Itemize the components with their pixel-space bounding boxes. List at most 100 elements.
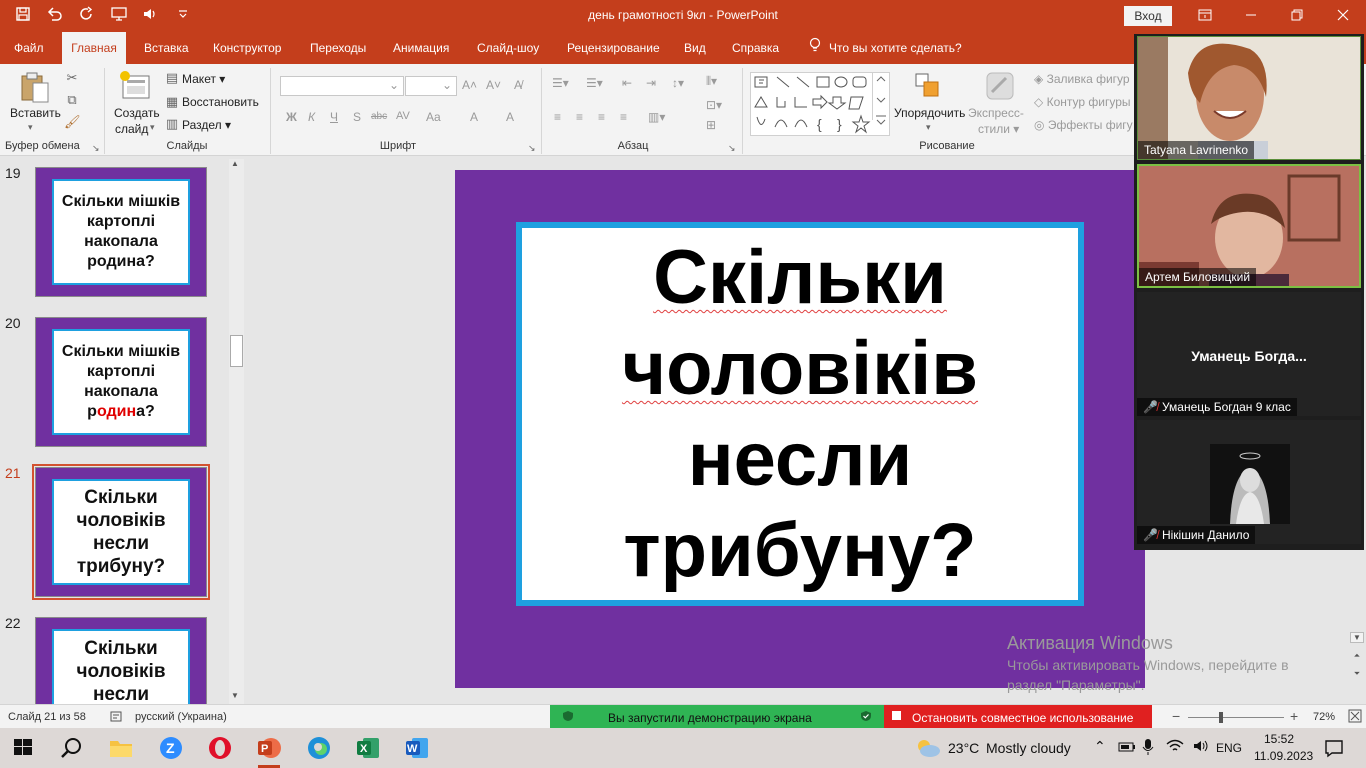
paste-dropdown-icon[interactable]: ▾ xyxy=(28,122,33,133)
paste-button[interactable]: Вставить xyxy=(10,106,61,120)
align-left-icon[interactable]: ≡ xyxy=(554,110,561,124)
tab-transitions[interactable]: Переходы xyxy=(306,32,370,64)
shape-outline-button[interactable]: ◇ Контур фигуры xyxy=(1034,95,1134,109)
paragraph-launcher-icon[interactable]: ↘ xyxy=(728,143,736,154)
slide-thumbnail-21[interactable]: Скільки чоловіків несли трибуну? xyxy=(32,464,210,600)
editor-scrollbar[interactable]: ▼ ⏶ ⏷ xyxy=(1350,632,1364,704)
tab-design[interactable]: Конструктор xyxy=(209,32,285,64)
ribbon-display-icon[interactable] xyxy=(1182,0,1228,32)
zoom-slider-thumb[interactable] xyxy=(1219,712,1223,723)
bold-icon[interactable]: Ж xyxy=(286,110,297,124)
align-right-icon[interactable]: ≡ xyxy=(598,110,605,124)
notifications-icon[interactable] xyxy=(1324,738,1344,761)
copy-icon[interactable]: ⧉ xyxy=(64,92,80,108)
weather-icon[interactable] xyxy=(914,738,942,761)
columns-icon[interactable]: ▥▾ xyxy=(648,110,665,124)
search-icon[interactable] xyxy=(60,736,86,760)
arrange-dropdown-icon[interactable]: ▾ xyxy=(926,122,931,133)
slide-question[interactable]: Скільки чоловіків несли трибуну? xyxy=(622,232,978,596)
microphone-icon[interactable] xyxy=(1142,738,1154,759)
tab-slideshow[interactable]: Слайд-шоу xyxy=(473,32,543,64)
grow-font-icon[interactable]: A˄ xyxy=(462,78,477,92)
windows-start-icon[interactable] xyxy=(12,736,38,760)
underline-icon[interactable]: Ч xyxy=(330,110,338,124)
fit-slide-icon[interactable] xyxy=(1348,709,1362,726)
font-color-icon[interactable]: A xyxy=(506,110,514,124)
minimize-icon[interactable] xyxy=(1228,0,1274,32)
proofing-icon[interactable] xyxy=(110,711,124,726)
scroll-down-icon[interactable]: ▼ xyxy=(231,691,239,700)
scroll-up-icon[interactable]: ▲ xyxy=(231,159,239,168)
prev-slide-icon[interactable]: ⏶ xyxy=(1350,651,1364,661)
tab-review[interactable]: Рецензирование xyxy=(563,32,664,64)
bullets-icon[interactable]: ☰▾ xyxy=(552,76,569,90)
font-family-combo[interactable]: ⌄ xyxy=(280,76,404,96)
input-language[interactable]: ENG xyxy=(1216,741,1242,755)
cut-icon[interactable]: ✂ xyxy=(64,70,80,86)
weather-temp[interactable]: 23°C xyxy=(948,740,979,756)
shape-fill-button[interactable]: ◈ Заливка фигур xyxy=(1034,72,1134,86)
font-size-combo[interactable]: ⌄ xyxy=(405,76,457,96)
thumbnails-scrollbar[interactable]: ▲ ▼ xyxy=(229,159,244,704)
paste-icon[interactable] xyxy=(18,70,52,104)
italic-icon[interactable]: К xyxy=(308,110,315,124)
excel-icon[interactable]: X xyxy=(355,736,381,760)
tab-insert[interactable]: Вставка xyxy=(140,32,193,64)
zoom-out-icon[interactable]: − xyxy=(1172,708,1180,724)
next-slide-icon[interactable]: ⏷ xyxy=(1350,669,1364,679)
char-spacing-icon[interactable]: AV xyxy=(396,110,410,122)
show-hidden-icons-icon[interactable]: ⌃ xyxy=(1094,738,1106,755)
zoom-level[interactable]: 72% xyxy=(1313,711,1335,723)
new-slide-dropdown-icon[interactable]: ▾ xyxy=(150,122,155,133)
quick-styles-icon[interactable] xyxy=(984,70,1016,102)
slide-thumbnails-pane[interactable]: 19 Скільки мішків картоплі накопала роди… xyxy=(0,157,247,704)
increase-indent-icon[interactable]: ⇥ xyxy=(646,76,656,90)
arrange-button[interactable]: Упорядочить xyxy=(894,106,965,120)
slide-counter[interactable]: Слайд 21 из 58 xyxy=(8,711,86,723)
numbering-icon[interactable]: ☰▾ xyxy=(586,76,603,90)
scroll-down-icon[interactable]: ▼ xyxy=(1350,632,1364,643)
participant-tile[interactable]: 🎤̸ Нікішин Данило xyxy=(1137,420,1361,544)
align-text-icon[interactable]: ⊡▾ xyxy=(706,98,722,112)
battery-icon[interactable] xyxy=(1118,740,1136,757)
weather-desc[interactable]: Mostly cloudy xyxy=(986,740,1071,756)
shadow-icon[interactable]: S xyxy=(353,110,361,124)
new-slide-button-line2[interactable]: слайд xyxy=(115,122,148,136)
shrink-font-icon[interactable]: A˅ xyxy=(486,78,501,92)
wifi-icon[interactable] xyxy=(1166,738,1184,757)
layout-button[interactable]: Макет ▾ xyxy=(182,72,225,86)
new-slide-button-line1[interactable]: Создать xyxy=(114,106,160,120)
slide-text-box[interactable]: Скільки чоловіків несли трибуну? xyxy=(516,222,1084,606)
justify-icon[interactable]: ≡ xyxy=(620,110,627,124)
clock-date[interactable]: 11.09.2023 xyxy=(1254,749,1313,763)
zoom-app-icon[interactable]: Z xyxy=(158,736,184,760)
new-slide-icon[interactable] xyxy=(118,70,152,102)
align-center-icon[interactable]: ≡ xyxy=(576,110,583,124)
restore-icon[interactable] xyxy=(1274,0,1320,32)
participant-tile[interactable]: Уманець Богда... 🎤̸ Уманець Богдан 9 клас xyxy=(1137,292,1361,416)
clock-time[interactable]: 15:52 xyxy=(1264,732,1294,746)
tell-me-box[interactable]: Что вы хотите сделать? xyxy=(805,32,966,64)
text-direction-icon[interactable]: ⫴▾ xyxy=(706,74,717,89)
line-spacing-icon[interactable]: ↕▾ xyxy=(672,76,684,90)
strike-icon[interactable]: abc xyxy=(371,111,387,122)
zoom-slider[interactable] xyxy=(1188,717,1284,718)
shapes-scroll-icon[interactable] xyxy=(872,72,888,125)
edge-icon[interactable] xyxy=(306,736,332,760)
stop-share-button[interactable]: Остановить совместное использование xyxy=(884,705,1152,729)
section-button[interactable]: Раздел ▾ xyxy=(182,118,231,132)
decrease-indent-icon[interactable]: ⇤ xyxy=(622,76,632,90)
quick-styles-button-line2[interactable]: стили ▾ xyxy=(978,122,1019,136)
current-slide[interactable]: Скільки чоловіків несли трибуну? xyxy=(455,170,1145,688)
word-icon[interactable]: W xyxy=(404,736,430,760)
clipboard-launcher-icon[interactable]: ↘ xyxy=(92,143,100,154)
file-explorer-icon[interactable] xyxy=(108,736,134,760)
smartart-icon[interactable]: ⊞ xyxy=(706,118,716,132)
highlight-icon[interactable]: A xyxy=(470,110,478,124)
participant-tile[interactable]: Tatyana Lavrinenko xyxy=(1137,36,1361,160)
scrollbar-thumb[interactable] xyxy=(230,335,243,367)
slide-thumbnail-22[interactable]: Скільки чоловіків несли xyxy=(35,617,207,704)
language-indicator[interactable]: русский (Украина) xyxy=(135,711,227,723)
powerpoint-icon[interactable]: P xyxy=(256,736,282,760)
tab-animations[interactable]: Анимация xyxy=(389,32,453,64)
